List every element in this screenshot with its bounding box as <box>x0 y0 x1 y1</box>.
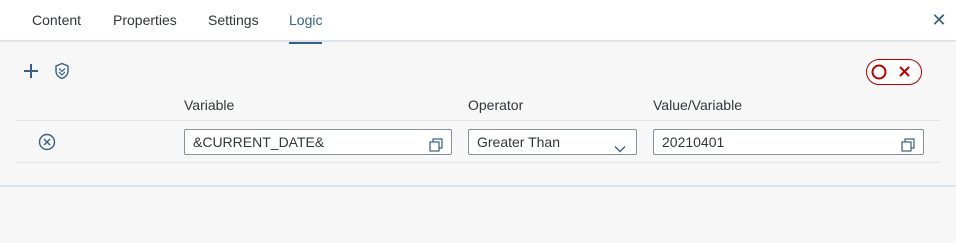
shield-check-icon[interactable] <box>53 62 71 80</box>
tab-properties[interactable]: Properties <box>113 0 177 42</box>
tab-bar: Content Properties Settings Logic ✕ <box>0 0 956 44</box>
variable-input[interactable]: &CURRENT_DATE& <box>184 129 452 155</box>
value-help-icon[interactable] <box>901 135 915 152</box>
plus-icon[interactable] <box>22 62 40 80</box>
column-header-operator: Operator <box>468 97 524 113</box>
value-input[interactable]: 20210401 <box>653 129 924 155</box>
close-panel-icon[interactable]: ✕ <box>930 10 948 30</box>
operator-select[interactable]: Greater Than <box>468 129 637 155</box>
column-header-variable: Variable <box>184 97 235 113</box>
tab-content[interactable]: Content <box>32 0 81 42</box>
tab-logic[interactable]: Logic <box>289 0 323 44</box>
column-header-value: Value/Variable <box>653 97 742 113</box>
value-help-icon[interactable] <box>429 135 443 152</box>
operator-value: Greater Than <box>477 134 561 150</box>
table-header: Variable Operator Value/Variable <box>16 91 940 121</box>
chevron-down-icon[interactable] <box>614 137 626 153</box>
table-row: &CURRENT_DATE& Greater Than 20210401 <box>16 121 940 163</box>
tab-settings[interactable]: Settings <box>208 0 259 42</box>
value-value: 20210401 <box>662 134 725 150</box>
logic-toggle-button[interactable] <box>866 59 922 85</box>
panel-divider <box>0 185 956 187</box>
variable-value: &CURRENT_DATE& <box>193 134 325 150</box>
remove-row-icon[interactable] <box>38 133 56 151</box>
